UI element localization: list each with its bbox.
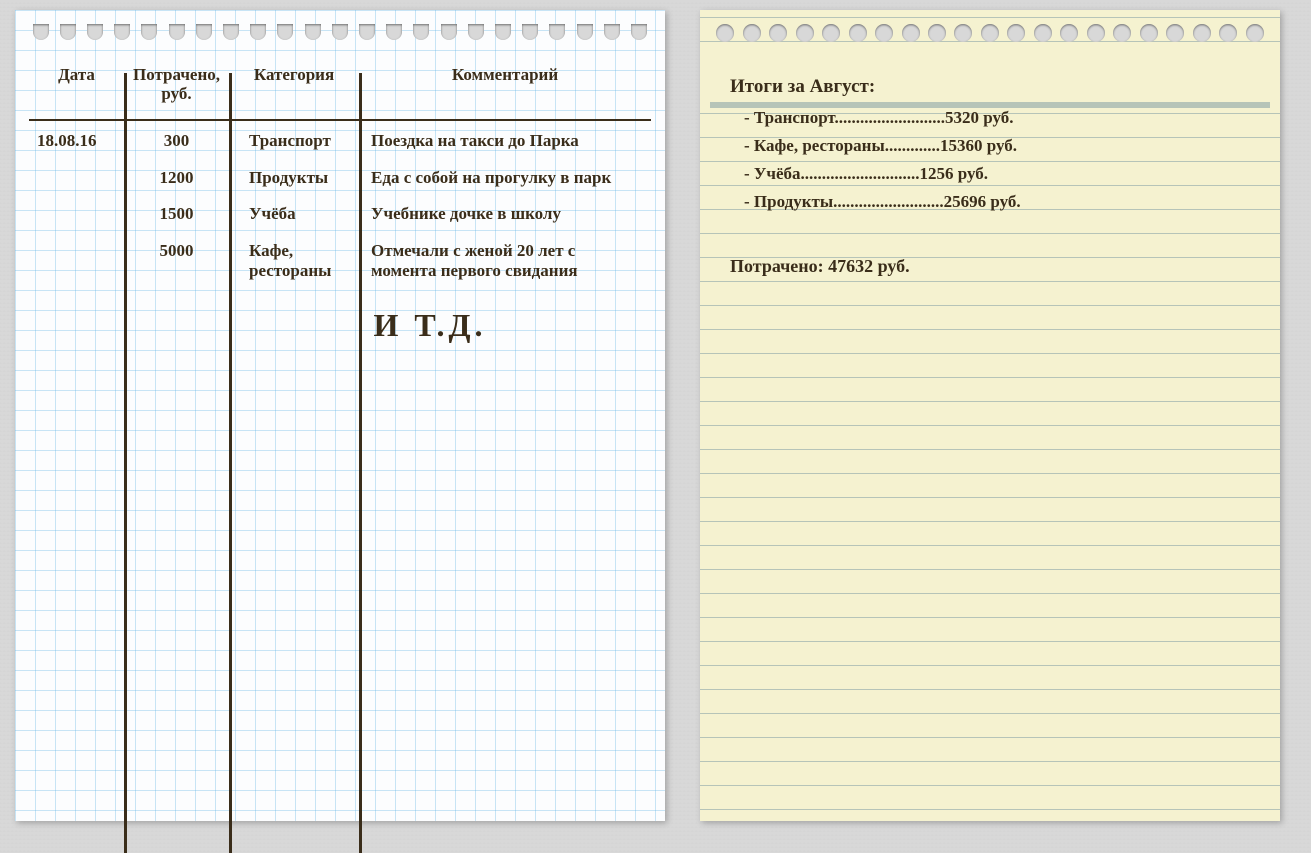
summary-label: Транспорт	[754, 108, 835, 127]
summary-label: Продукты	[754, 192, 833, 211]
column-divider	[359, 73, 362, 853]
dots: ..........................	[835, 108, 946, 127]
column-divider	[124, 73, 127, 853]
cell-date	[29, 168, 124, 188]
grid-notepad: Дата Потрачено, руб. Категория Комментар…	[15, 10, 665, 821]
column-divider	[229, 73, 232, 853]
cell-date: 18.08.16	[29, 131, 124, 151]
table-row: 5000 Кафе, рестораны Отмечали с женой 20…	[29, 231, 651, 288]
cell-comment: Учебнике дочке в школу	[359, 204, 651, 224]
list-item: - Учёба............................1256 …	[730, 160, 1250, 188]
cell-date	[29, 204, 124, 224]
summary-label: Учёба	[754, 164, 801, 183]
summary-title: Итоги за Август:	[730, 76, 1250, 98]
cell-spent: 300	[124, 131, 229, 151]
total-label: Потрачено:	[730, 256, 824, 276]
cell-date	[29, 241, 124, 282]
header-category: Категория	[229, 60, 359, 109]
list-item: - Продукты..........................2569…	[730, 188, 1250, 216]
table-row: 1500 Учёба Учебнике дочке в школу	[29, 194, 651, 230]
cell-comment: Еда с собой на прогулку в парк	[359, 168, 651, 188]
summary-total: Потрачено: 47632 руб.	[730, 256, 1250, 277]
cell-category: Транспорт	[229, 131, 359, 151]
spiral-binding	[700, 10, 1280, 50]
etc-label: и т.д.	[209, 307, 651, 344]
total-value: 47632 руб.	[828, 256, 910, 276]
table-row: 1200 Продукты Еда с собой на прогулку в …	[29, 158, 651, 194]
lined-notepad: Итоги за Август: - Транспорт............…	[700, 10, 1280, 821]
dots: ............................	[801, 164, 920, 183]
header-comment: Комментарий	[359, 60, 651, 109]
cell-category: Учёба	[229, 204, 359, 224]
cell-spent: 5000	[124, 241, 229, 282]
summary-value: 5320 руб.	[945, 108, 1014, 127]
cell-comment: Отмечали с женой 20 лет с момента первог…	[359, 241, 651, 282]
expense-ledger: Дата Потрачено, руб. Категория Комментар…	[15, 50, 665, 831]
summary-value: 15360 руб.	[940, 136, 1017, 155]
header-spent: Потрачено, руб.	[124, 60, 229, 109]
summary-value: 25696 руб.	[944, 192, 1021, 211]
summary-label: Кафе, рестораны	[754, 136, 885, 155]
cell-spent: 1200	[124, 168, 229, 188]
table-row: 18.08.16 300 Транспорт Поездка на такси …	[29, 121, 651, 157]
ledger-header-row: Дата Потрачено, руб. Категория Комментар…	[29, 60, 651, 121]
dots: ..........................	[833, 192, 944, 211]
spiral-binding	[15, 10, 665, 50]
month-summary: Итоги за Август: - Транспорт............…	[700, 50, 1280, 293]
cell-comment: Поездка на такси до Парка	[359, 131, 651, 151]
cell-category: Кафе, рестораны	[229, 241, 359, 282]
list-item: - Транспорт..........................532…	[730, 104, 1250, 132]
header-date: Дата	[29, 60, 124, 109]
cell-category: Продукты	[229, 168, 359, 188]
summary-value: 1256 руб.	[920, 164, 989, 183]
dots: .............	[885, 136, 940, 155]
cell-spent: 1500	[124, 204, 229, 224]
ledger-body: 18.08.16 300 Транспорт Поездка на такси …	[29, 121, 651, 821]
list-item: - Кафе, рестораны.............15360 руб.	[730, 132, 1250, 160]
